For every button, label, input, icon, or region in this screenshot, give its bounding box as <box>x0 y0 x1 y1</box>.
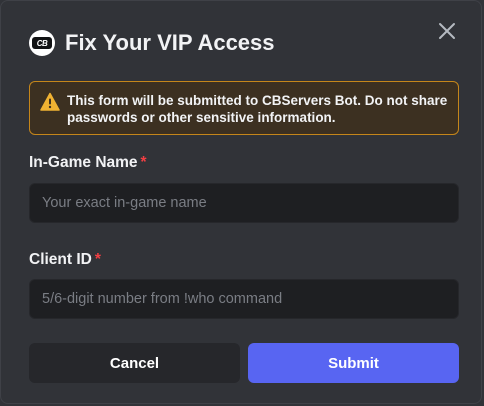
ingame-name-input[interactable] <box>29 183 459 223</box>
close-button[interactable] <box>435 19 459 43</box>
logo-text: CB <box>32 37 52 49</box>
ingame-name-label-text: In-Game Name <box>29 154 138 171</box>
required-marker: * <box>94 251 101 268</box>
vip-access-modal: CB Fix Your VIP Access This form will be… <box>0 0 482 404</box>
submit-button[interactable]: Submit <box>248 343 459 383</box>
cbservers-logo: CB <box>29 30 55 56</box>
warning-text: This form will be submitted to CBServers… <box>67 93 448 125</box>
modal-title: Fix Your VIP Access <box>65 30 275 55</box>
cancel-button[interactable]: Cancel <box>29 343 240 383</box>
warning-triangle-icon <box>40 92 60 111</box>
client-id-label: Client ID * <box>29 251 101 269</box>
client-id-label-text: Client ID <box>29 251 92 268</box>
client-id-input[interactable] <box>29 279 459 319</box>
required-marker: * <box>140 154 147 171</box>
warning-banner: This form will be submitted to CBServers… <box>29 81 459 135</box>
ingame-name-label: In-Game Name * <box>29 154 147 172</box>
modal-header: CB Fix Your VIP Access <box>29 27 275 59</box>
close-icon <box>439 23 455 39</box>
